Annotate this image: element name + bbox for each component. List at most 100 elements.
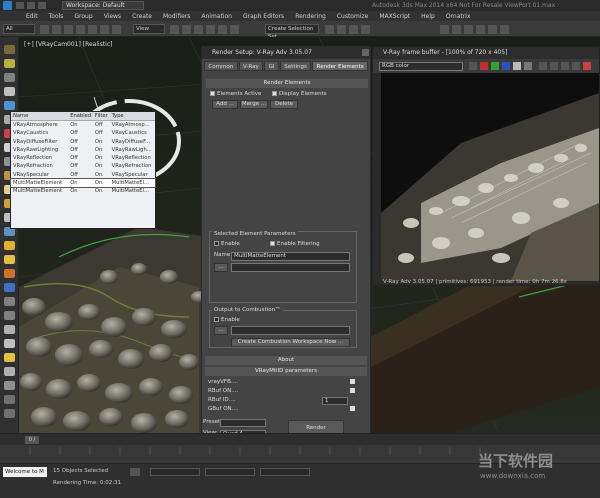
- curve-editor-icon[interactable]: [440, 25, 449, 34]
- table-row[interactable]: VRayRefraction Off On VRayRefraction: [11, 162, 155, 170]
- alpha-channel-icon[interactable]: [513, 62, 521, 70]
- pivot-icon[interactable]: [170, 25, 179, 34]
- path-browse-button[interactable]: ...: [214, 263, 228, 272]
- add-button[interactable]: Add ...: [212, 100, 238, 109]
- tab-render-elements[interactable]: Render Elements: [312, 61, 369, 71]
- menu-rendering[interactable]: Rendering: [295, 13, 326, 20]
- rendered-image[interactable]: [381, 73, 599, 281]
- render-icon[interactable]: [583, 62, 591, 70]
- create-combustion-button[interactable]: Create Combustion Workspace Now ...: [231, 338, 350, 347]
- menu-ornatrix[interactable]: Ornatrix: [446, 13, 471, 20]
- graphite-icon[interactable]: [361, 25, 370, 34]
- save-image-icon[interactable]: [469, 62, 477, 70]
- select-object-icon[interactable]: [40, 25, 49, 34]
- param-vrayvfb-check[interactable]: [350, 379, 355, 384]
- time-slider-thumb[interactable]: 0 / 100: [25, 436, 39, 451]
- tool-25-icon[interactable]: [4, 381, 15, 390]
- render-setup-title[interactable]: Render Setup: V-Ray Adv 3.05.07: [202, 47, 370, 59]
- combustion-enable-check[interactable]: [214, 317, 219, 322]
- blue-channel-icon[interactable]: [502, 62, 510, 70]
- tool-17-icon[interactable]: [4, 269, 15, 278]
- quick-access-save-icon[interactable]: [38, 2, 46, 9]
- tool-27-icon[interactable]: [4, 409, 15, 418]
- channel-dropdown[interactable]: RGB color: [379, 62, 463, 71]
- mono-icon[interactable]: [524, 62, 532, 70]
- mirror-icon[interactable]: [325, 25, 334, 34]
- tool-15-icon[interactable]: [4, 241, 15, 250]
- green-channel-icon[interactable]: [491, 62, 499, 70]
- rbuf-id-spinner[interactable]: 1: [322, 397, 348, 405]
- region-render-icon[interactable]: [572, 62, 580, 70]
- snap-icon[interactable]: [182, 25, 191, 34]
- display-elements-check[interactable]: [272, 91, 277, 96]
- render-setup-icon[interactable]: [476, 25, 485, 34]
- workspace-dropdown[interactable]: Workspace: Default: [62, 1, 144, 10]
- col-name[interactable]: Name: [11, 112, 68, 120]
- angle-snap-icon[interactable]: [194, 25, 203, 34]
- edit-named-selection-icon[interactable]: [230, 25, 239, 34]
- table-row[interactable]: VRayDiffuseFilter Off On VRayDiffuseF...: [11, 138, 155, 146]
- element-path-field[interactable]: [231, 263, 350, 272]
- align-icon[interactable]: [337, 25, 346, 34]
- layer-icon[interactable]: [349, 25, 358, 34]
- tool-4-icon[interactable]: [4, 87, 15, 96]
- menu-animation[interactable]: Animation: [201, 13, 232, 20]
- table-row[interactable]: VRayCaustics Off Off VRayCaustics: [11, 129, 155, 137]
- rotate-icon[interactable]: [100, 25, 109, 34]
- lock-selection-icon[interactable]: [130, 468, 140, 476]
- tool-23-icon[interactable]: [4, 353, 15, 362]
- tool-19-icon[interactable]: [4, 297, 15, 306]
- menu-maxscript[interactable]: MAXScript: [379, 13, 410, 20]
- tool-5-icon[interactable]: [4, 101, 15, 110]
- tab-gi[interactable]: GI: [264, 61, 279, 71]
- param-rbuf-on-check[interactable]: [350, 388, 355, 393]
- app-logo-icon[interactable]: [3, 1, 12, 10]
- red-channel-icon[interactable]: [480, 62, 488, 70]
- combustion-path-field[interactable]: [231, 326, 350, 335]
- preset-dropdown[interactable]: [220, 419, 266, 427]
- move-icon[interactable]: [88, 25, 97, 34]
- enable-filtering-check[interactable]: [270, 241, 275, 246]
- render-elements-table[interactable]: Name Enabled Filter Type VRayAtmosphere O…: [10, 111, 156, 229]
- render-production-icon[interactable]: [500, 25, 509, 34]
- tool-3-icon[interactable]: [4, 73, 15, 82]
- table-row[interactable]: MultiMatteElement On On MultiMatteEl...: [11, 187, 155, 195]
- param-gbuf-on-check[interactable]: [350, 406, 355, 411]
- combustion-enable-checkbox[interactable]: Enable: [214, 316, 240, 324]
- scale-icon[interactable]: [112, 25, 121, 34]
- enable-filtering-checkbox[interactable]: Enable Filtering: [270, 240, 320, 248]
- frame-buffer-title[interactable]: V-Ray frame buffer - [100% of 720 x 405]: [373, 47, 599, 59]
- tab-settings[interactable]: Settings: [279, 61, 312, 71]
- element-name-field[interactable]: MultiMatteElement: [231, 252, 350, 261]
- track-mouse-icon[interactable]: [539, 62, 547, 70]
- menu-views[interactable]: Views: [104, 13, 121, 20]
- menu-create[interactable]: Create: [132, 13, 152, 20]
- col-filter[interactable]: Filter: [93, 112, 110, 120]
- menu-edit[interactable]: Edit: [26, 13, 38, 20]
- elements-active-check[interactable]: [210, 91, 215, 96]
- combustion-browse-button[interactable]: ...: [214, 326, 228, 335]
- window-crossing-icon[interactable]: [76, 25, 85, 34]
- vraymtlid-header[interactable]: VRayMtlID parameters: [205, 367, 367, 376]
- col-type[interactable]: Type: [110, 112, 155, 120]
- menu-help[interactable]: Help: [421, 13, 435, 20]
- maxscript-listener[interactable]: Welcome to M: [3, 467, 47, 477]
- merge-button[interactable]: Merge ...: [240, 100, 268, 109]
- schematic-view-icon[interactable]: [452, 25, 461, 34]
- spinner-snap-icon[interactable]: [218, 25, 227, 34]
- tool-1-icon[interactable]: [4, 45, 15, 54]
- enable-check[interactable]: [214, 241, 219, 246]
- tab-vray[interactable]: V-Ray: [238, 61, 264, 71]
- rect-selection-icon[interactable]: [64, 25, 73, 34]
- about-header[interactable]: About: [205, 356, 367, 365]
- menu-customize[interactable]: Customize: [337, 13, 369, 20]
- clear-image-icon[interactable]: [550, 62, 558, 70]
- tool-21-icon[interactable]: [4, 325, 15, 334]
- viewport-label[interactable]: [+] [VRayCam001] [Realistic]: [24, 41, 112, 48]
- quick-access-new-icon[interactable]: [16, 2, 24, 9]
- tool-20-icon[interactable]: [4, 311, 15, 320]
- x-coordinate-field[interactable]: [150, 468, 200, 476]
- elements-active-checkbox[interactable]: Elements Active: [210, 90, 261, 98]
- col-enabled[interactable]: Enabled: [68, 112, 93, 120]
- render-elements-header[interactable]: Render Elements: [206, 79, 368, 88]
